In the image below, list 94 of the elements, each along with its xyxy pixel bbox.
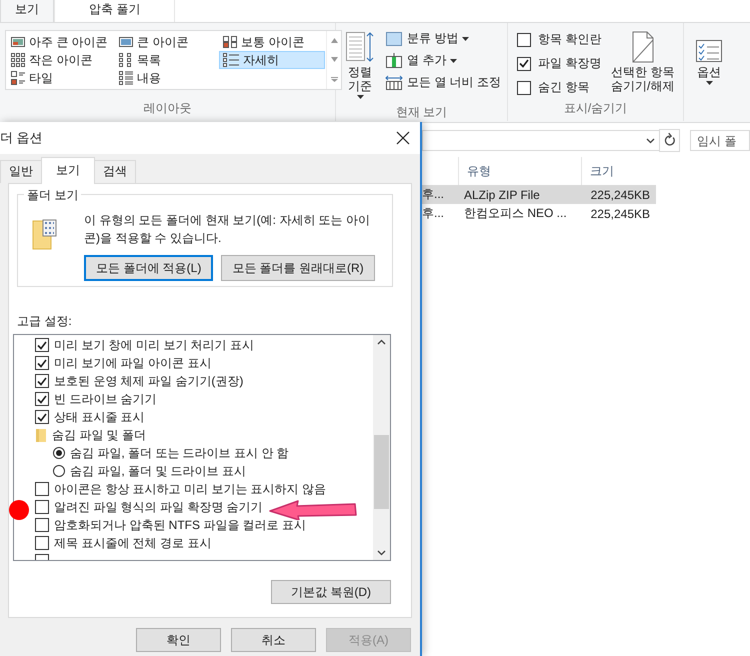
- layout-option[interactable]: 아주 큰 아이콘: [7, 33, 115, 51]
- layout-option[interactable]: 내용: [115, 69, 219, 87]
- scroll-thumb[interactable]: [374, 435, 389, 509]
- folder-view-button[interactable]: 모든 폴더를 원래대로(R): [221, 255, 375, 281]
- window-title: 더 옵션: [0, 129, 43, 147]
- hide-selected-button[interactable]: 선택한 항목 숨기기/해제: [607, 27, 678, 99]
- content-icon: [119, 71, 133, 85]
- refresh-icon[interactable]: [658, 129, 680, 152]
- group-label: 레이아웃: [142, 100, 192, 117]
- checkbox[interactable]: [35, 518, 49, 532]
- checkbox[interactable]: [35, 338, 49, 352]
- scroll-down-icon[interactable]: [330, 57, 338, 62]
- scrollbar[interactable]: [373, 335, 390, 560]
- layout-option[interactable]: 작은 아이콘: [7, 51, 115, 69]
- checkbox[interactable]: [35, 482, 49, 496]
- folder-icon: [32, 219, 58, 251]
- dialog-tab[interactable]: 검색: [94, 160, 136, 183]
- group-icon: [385, 30, 403, 46]
- layout-option[interactable]: 자세히: [219, 51, 325, 69]
- setting-label: 아이콘은 항상 표시하고 미리 보기는 표시하지 않음: [54, 480, 326, 498]
- close-icon[interactable]: [396, 131, 410, 145]
- checkbox[interactable]: [35, 410, 49, 424]
- setting-label: 미리 보기에 파일 아이콘 표시: [54, 354, 212, 372]
- search-field[interactable]: 임시 폴: [690, 130, 750, 151]
- chevron-up-icon[interactable]: [377, 339, 386, 345]
- checkbox-label: 숨긴 항목: [538, 79, 590, 96]
- layout-option[interactable]: 타일: [7, 69, 115, 87]
- group-title: 폴더 보기: [24, 187, 82, 204]
- setting-label: 제목 표시줄에 전체 경로 표시: [54, 534, 212, 552]
- grid-icon: [11, 53, 25, 67]
- description-text: 이 유형의 모든 폴더에 현재 보기(예: 자세히 또는 아이콘)을 적용할 수 있습니다.: [84, 212, 372, 247]
- dialog-tab[interactable]: 일반: [0, 160, 42, 183]
- checkbox[interactable]: [35, 500, 49, 514]
- folder-icon: [35, 428, 47, 442]
- setting-label: 숨김 파일, 폴더 및 드라이브 표시: [70, 462, 246, 480]
- file-row[interactable]: 후... ALZip ZIP File 225,245KB: [422, 185, 656, 204]
- dialog-tab[interactable]: 보기: [41, 157, 95, 184]
- table-cell-text: 후...: [422, 205, 446, 222]
- checkbox-label: 항목 확인란: [538, 31, 602, 48]
- setting-label: 빈 드라이브 숨기기: [54, 390, 157, 408]
- layout-option[interactable]: 큰 아이콘: [115, 33, 219, 51]
- checkbox[interactable]: [35, 356, 49, 370]
- setting-label: 숨김 파일, 폴더 또는 드라이브 표시 안 함: [70, 444, 289, 462]
- folder-view-button[interactable]: 모든 폴더에 적용(L): [84, 255, 214, 281]
- checkbox-label: 파일 확장명: [538, 55, 602, 72]
- checkbox[interactable]: [35, 536, 49, 550]
- picture-icon: [119, 36, 133, 48]
- group-label: 현재 보기: [394, 104, 448, 121]
- tile-icon: [11, 71, 25, 85]
- setting-label: 미리 보기 창에 미리 보기 처리기 표시: [54, 336, 254, 354]
- view-command[interactable]: 분류 방법: [385, 29, 502, 48]
- file-row[interactable]: 후... 한컴오피스 NEO ... 225,245KB: [422, 204, 656, 223]
- checkbox[interactable]: [517, 56, 531, 70]
- radio-button[interactable]: [53, 465, 65, 477]
- chevron-down-icon: [646, 138, 655, 144]
- table-cell-text: 225,245KB: [590, 188, 650, 202]
- radio-button[interactable]: [53, 447, 65, 459]
- view-command[interactable]: 모든 열 너비 조정: [385, 73, 502, 92]
- table-cell-text: 한컴오피스 NEO ...: [464, 205, 568, 222]
- checkbox[interactable]: [517, 80, 531, 94]
- table-cell-text: ALZip ZIP File: [464, 188, 541, 202]
- expand-icon[interactable]: [330, 76, 338, 82]
- list-icon: [119, 53, 133, 67]
- table-cell-text: 225,245KB: [590, 206, 650, 220]
- scroll-up-icon[interactable]: [330, 38, 338, 44]
- setting-label: 알려진 파일 형식의 파일 확장명 숨기기: [54, 498, 263, 516]
- picture-icon: [11, 36, 25, 48]
- table-cell-text: 후...: [422, 186, 446, 203]
- page-icon: [632, 31, 654, 63]
- layout-option[interactable]: 보통 아이콘: [219, 33, 325, 51]
- section-label: 고급 설정:: [17, 313, 73, 330]
- dialog-button[interactable]: 확인: [136, 628, 221, 652]
- setting-label: 상태 표시줄 표시: [54, 408, 145, 426]
- checkbox[interactable]: [35, 374, 49, 388]
- options-button[interactable]: 옵션: [689, 27, 729, 89]
- checkbox[interactable]: [35, 392, 49, 406]
- view-command[interactable]: 열 추가: [385, 51, 502, 70]
- details-icon: [223, 53, 239, 67]
- dialog-button[interactable]: 취소: [231, 628, 316, 652]
- setting-label: 숨김 파일 및 폴더: [52, 426, 146, 444]
- sort-icon: [345, 31, 375, 63]
- sort-button[interactable]: 정렬 기준: [341, 27, 379, 103]
- setting-label: 암호화되거나 압축된 NTFS 파일을 컬러로 표시: [54, 516, 306, 534]
- chevron-down-icon[interactable]: [377, 550, 386, 556]
- restore-defaults-button[interactable]: 기본값 복원(D): [271, 580, 391, 604]
- setting-label: 보호된 운영 체제 파일 숨기기(권장): [54, 372, 244, 390]
- add-column-icon: [385, 52, 403, 68]
- options-icon: [695, 39, 723, 63]
- fit-columns-icon: [385, 74, 403, 90]
- ribbon-tab[interactable]: 보기: [0, 0, 54, 22]
- tiles-icon: [223, 36, 237, 48]
- group-label: 표시/숨기기: [562, 100, 628, 117]
- checkbox[interactable]: [517, 32, 531, 46]
- layout-option[interactable]: 목록: [115, 51, 219, 69]
